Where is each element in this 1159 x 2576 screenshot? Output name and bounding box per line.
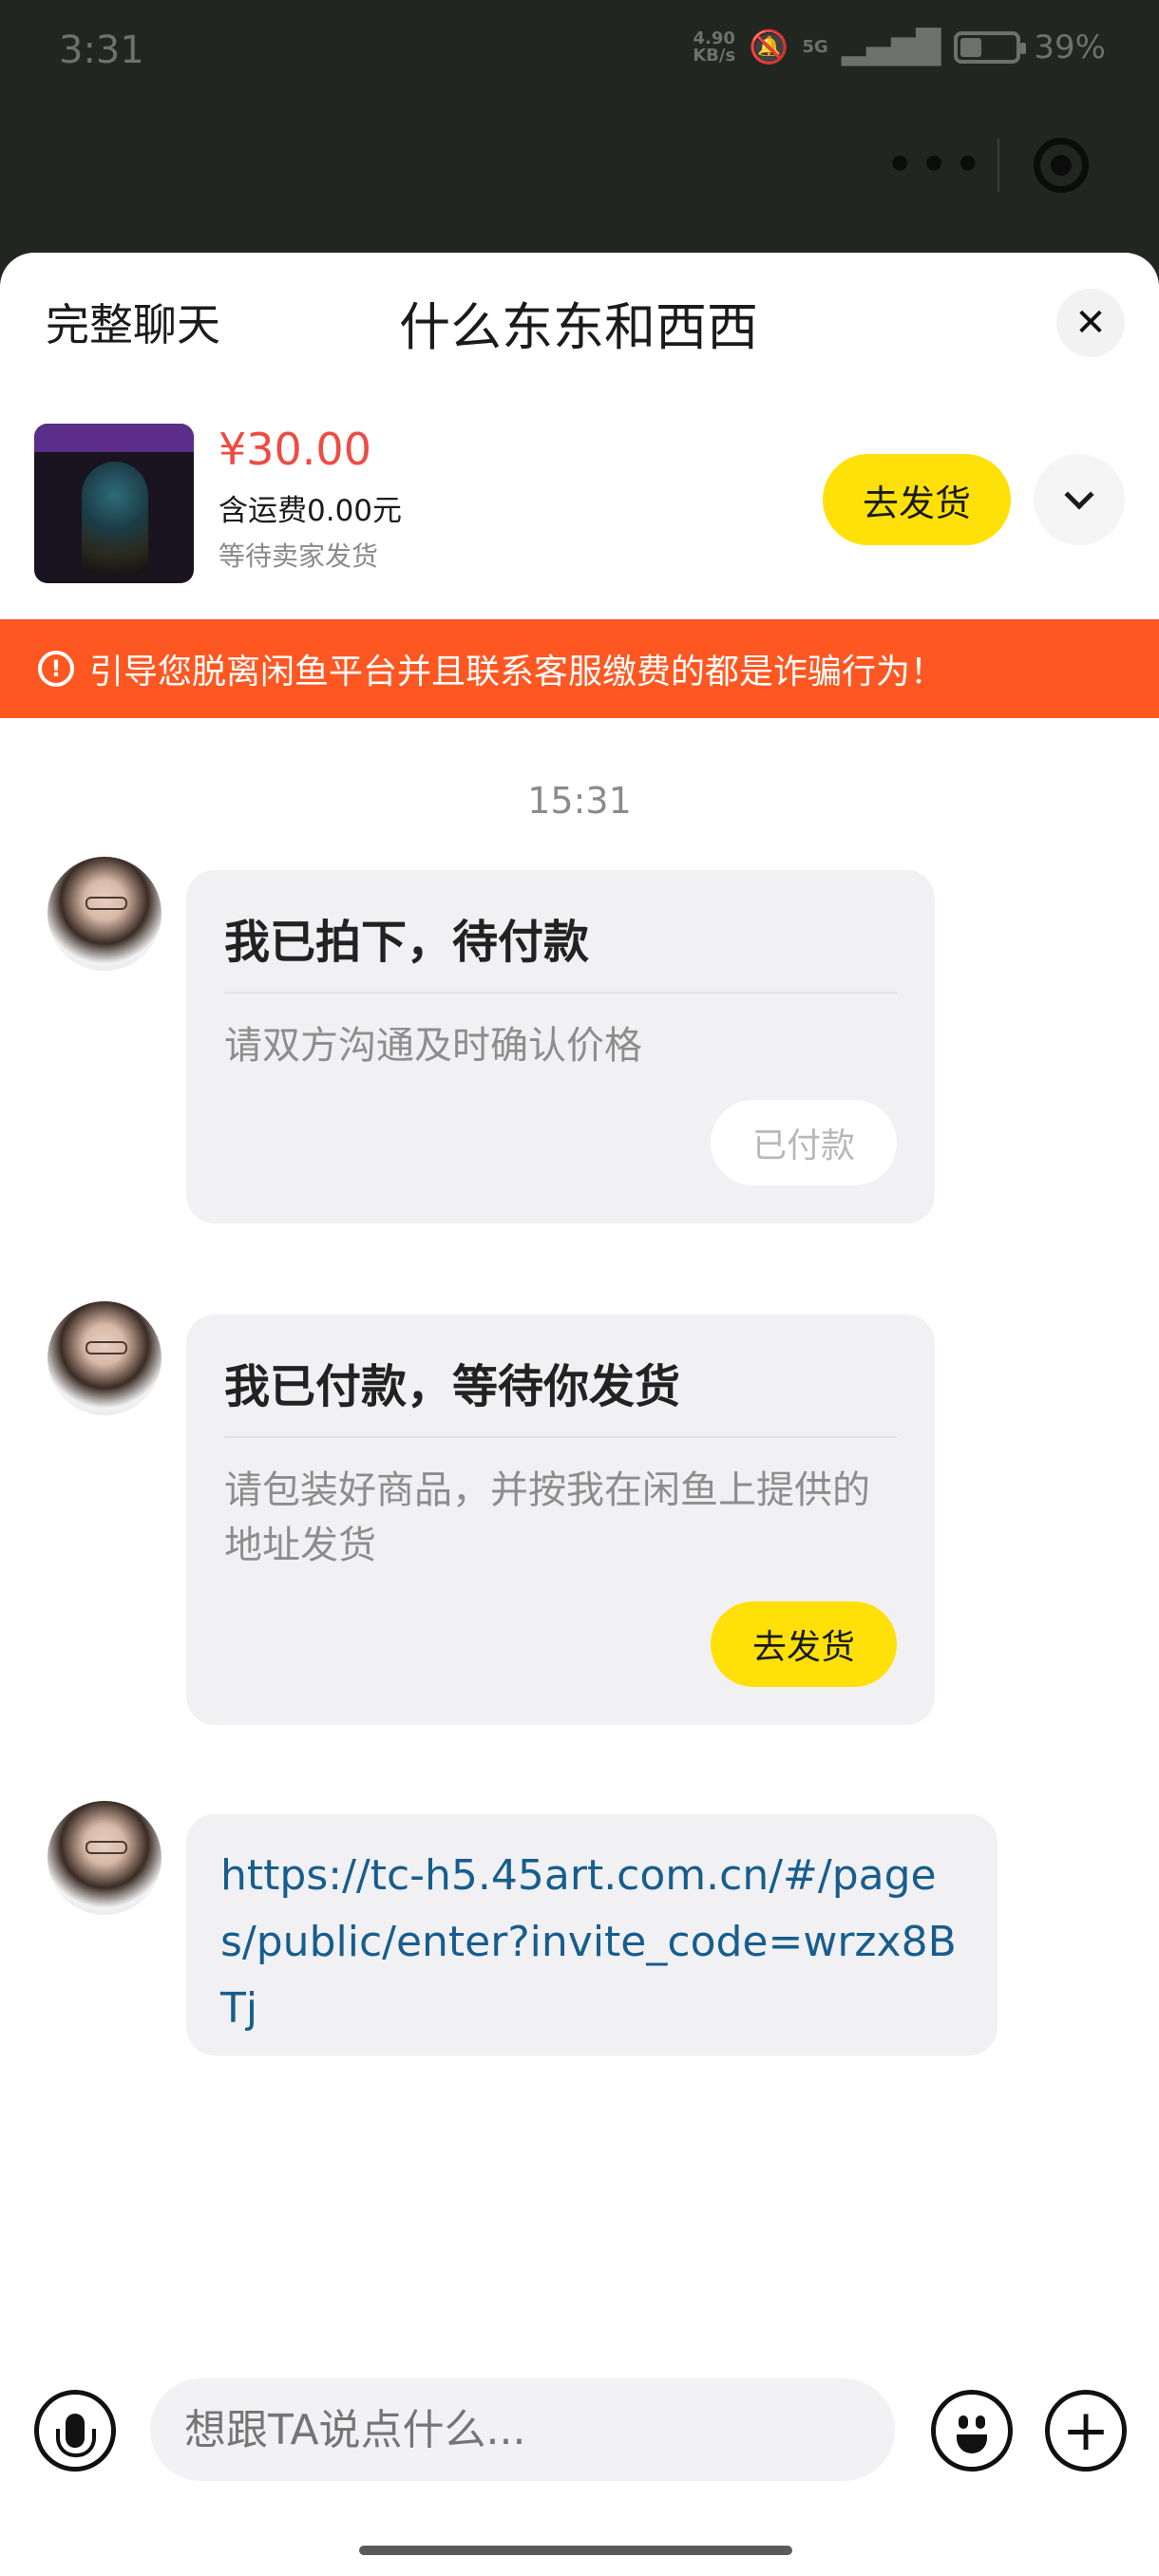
plus-icon: + xyxy=(1061,2397,1111,2464)
message-link[interactable]: https://tc-h5.45art.com.cn/#/pages/publi… xyxy=(220,1843,963,2042)
card-subtitle: 请包装好商品，并按我在闲鱼上提供的地址发货 xyxy=(224,1468,870,1567)
product-thumbnail[interactable] xyxy=(34,424,194,583)
expand-button[interactable] xyxy=(1034,454,1125,545)
avatar[interactable] xyxy=(48,857,162,971)
link-message-bubble: https://tc-h5.45art.com.cn/#/pages/publi… xyxy=(186,1814,998,2055)
battery-fill xyxy=(960,38,982,57)
card-divider xyxy=(224,992,897,994)
message-input[interactable] xyxy=(150,2378,895,2481)
full-chat-link[interactable]: 完整聊天 xyxy=(46,291,220,353)
signal-bars-icon: ▂▄▆█ xyxy=(841,28,941,66)
battery-percent: 39% xyxy=(1034,28,1106,66)
network-speed: 4.90 KB/s xyxy=(693,28,736,66)
app-screen: 3:31 4.90 KB/s 🔕 5G ▂▄▆█ 39% ••• 完整聊天 什么… xyxy=(0,0,1159,2576)
warning-text: 引导您脱离闲鱼平台并且联系客服缴费的都是诈骗行为！ xyxy=(89,653,945,691)
avatar[interactable] xyxy=(48,1301,162,1415)
alert-icon: ! xyxy=(38,651,74,687)
ship-button[interactable]: 去发货 xyxy=(710,1601,897,1687)
order-card-message: 我已拍下，待付款 请双方沟通及时确认价格 已付款 xyxy=(186,870,935,1223)
peacock-image xyxy=(82,462,148,574)
close-icon: ✕ xyxy=(1074,301,1107,345)
home-indicator[interactable] xyxy=(359,2546,792,2555)
product-card[interactable]: ¥30.00 含运费0.00元 等待卖家发货 去发货 xyxy=(34,424,1127,585)
order-status: 等待卖家发货 xyxy=(218,540,379,572)
card-divider xyxy=(224,1436,897,1438)
paid-button[interactable]: 已付款 xyxy=(710,1100,897,1185)
page-title: 什么东东和西西 xyxy=(399,297,758,357)
signal-icon: 5G xyxy=(802,37,828,57)
emoji-button[interactable] xyxy=(931,2390,1013,2472)
target-icon xyxy=(1034,138,1089,193)
miniapp-capsule: ••• xyxy=(874,122,1123,209)
avatar[interactable] xyxy=(48,1801,162,1915)
card-subtitle: 请双方沟通及时确认价格 xyxy=(224,1024,642,1068)
chat-sheet: 完整聊天 什么东东和西西 ✕ ¥30.00 含运费0.00元 等待卖家发货 去发… xyxy=(0,253,1159,2576)
close-miniapp-button[interactable] xyxy=(999,138,1123,193)
order-card-message: 我已付款，等待你发货 请包装好商品，并按我在闲鱼上提供的地址发货 去发货 xyxy=(186,1315,935,1725)
close-button[interactable]: ✕ xyxy=(1056,289,1125,357)
more-icon[interactable]: ••• xyxy=(874,140,998,191)
shipping-fee: 含运费0.00元 xyxy=(218,494,403,528)
message-composer: + xyxy=(0,2361,1159,2494)
emoji-icon xyxy=(959,2415,968,2429)
status-bar: 3:31 4.90 KB/s 🔕 5G ▂▄▆█ 39% xyxy=(0,0,1159,109)
status-time: 3:31 xyxy=(59,28,144,72)
message-timestamp: 15:31 xyxy=(527,780,632,822)
card-title: 我已付款，等待你发货 xyxy=(224,1360,681,1413)
status-icons: 4.90 KB/s 🔕 5G ▂▄▆█ 39% xyxy=(693,28,1106,66)
fraud-warning-banner: ! 引导您脱离闲鱼平台并且联系客服缴费的都是诈骗行为！ xyxy=(0,619,1159,718)
thumbnail-banner xyxy=(34,424,194,452)
voice-button[interactable] xyxy=(34,2390,116,2472)
product-price: ¥30.00 xyxy=(218,424,371,475)
microphone-icon xyxy=(56,2414,96,2457)
chevron-down-icon xyxy=(1064,480,1094,510)
battery-icon xyxy=(954,31,1027,64)
ship-button[interactable]: 去发货 xyxy=(823,454,1011,545)
card-title: 我已拍下，待付款 xyxy=(224,916,590,969)
plus-button[interactable]: + xyxy=(1045,2390,1127,2472)
mute-icon: 🔕 xyxy=(749,28,789,66)
